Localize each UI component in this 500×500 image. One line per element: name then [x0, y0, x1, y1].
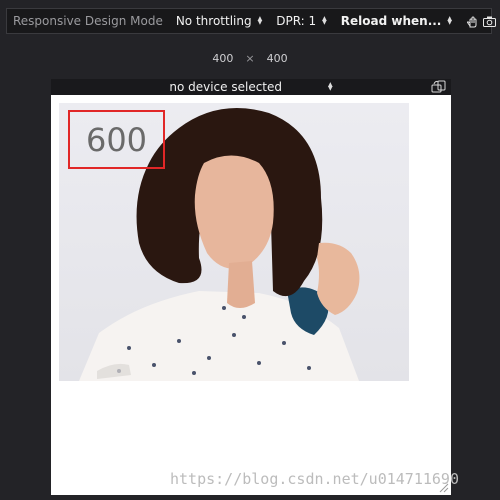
select-arrows-icon: ▲ ▼: [447, 15, 452, 26]
dpr-select[interactable]: DPR: 1 ▲ ▼: [269, 14, 334, 28]
viewport-height[interactable]: 400: [267, 52, 288, 65]
viewport-width[interactable]: 400: [212, 52, 233, 65]
annotation-box: 600: [68, 110, 165, 169]
throttling-label: No throttling: [175, 14, 252, 28]
responsive-viewport: no device selected ▲ ▼ 600: [51, 79, 451, 495]
watermark-text: https://blog.csdn.net/u014711690: [170, 470, 459, 488]
rdm-title: Responsive Design Mode: [13, 14, 163, 28]
select-arrows-icon: ▲ ▼: [322, 15, 327, 26]
reload-label: Reload when...: [340, 14, 442, 28]
reload-select[interactable]: Reload when... ▲ ▼: [334, 14, 459, 28]
device-bar: no device selected ▲ ▼: [51, 79, 451, 95]
rdm-toolbar: Responsive Design Mode No throttling ▲ ▼ …: [6, 8, 496, 34]
select-arrows-icon: ▲ ▼: [328, 81, 333, 92]
throttling-select[interactable]: No throttling ▲ ▼: [169, 14, 269, 28]
viewport-size-readout: 400 × 400: [0, 52, 500, 65]
annotation-label: 600: [85, 120, 148, 159]
size-separator: ×: [245, 52, 255, 65]
device-select[interactable]: no device selected ▲ ▼: [169, 80, 332, 94]
select-arrows-icon: ▲ ▼: [257, 15, 263, 26]
dpr-label: DPR: 1: [276, 14, 317, 28]
camera-icon[interactable]: [483, 15, 496, 28]
device-select-label: no device selected: [169, 80, 283, 94]
rotate-device-icon[interactable]: [431, 80, 447, 94]
touch-icon[interactable]: [465, 15, 478, 28]
